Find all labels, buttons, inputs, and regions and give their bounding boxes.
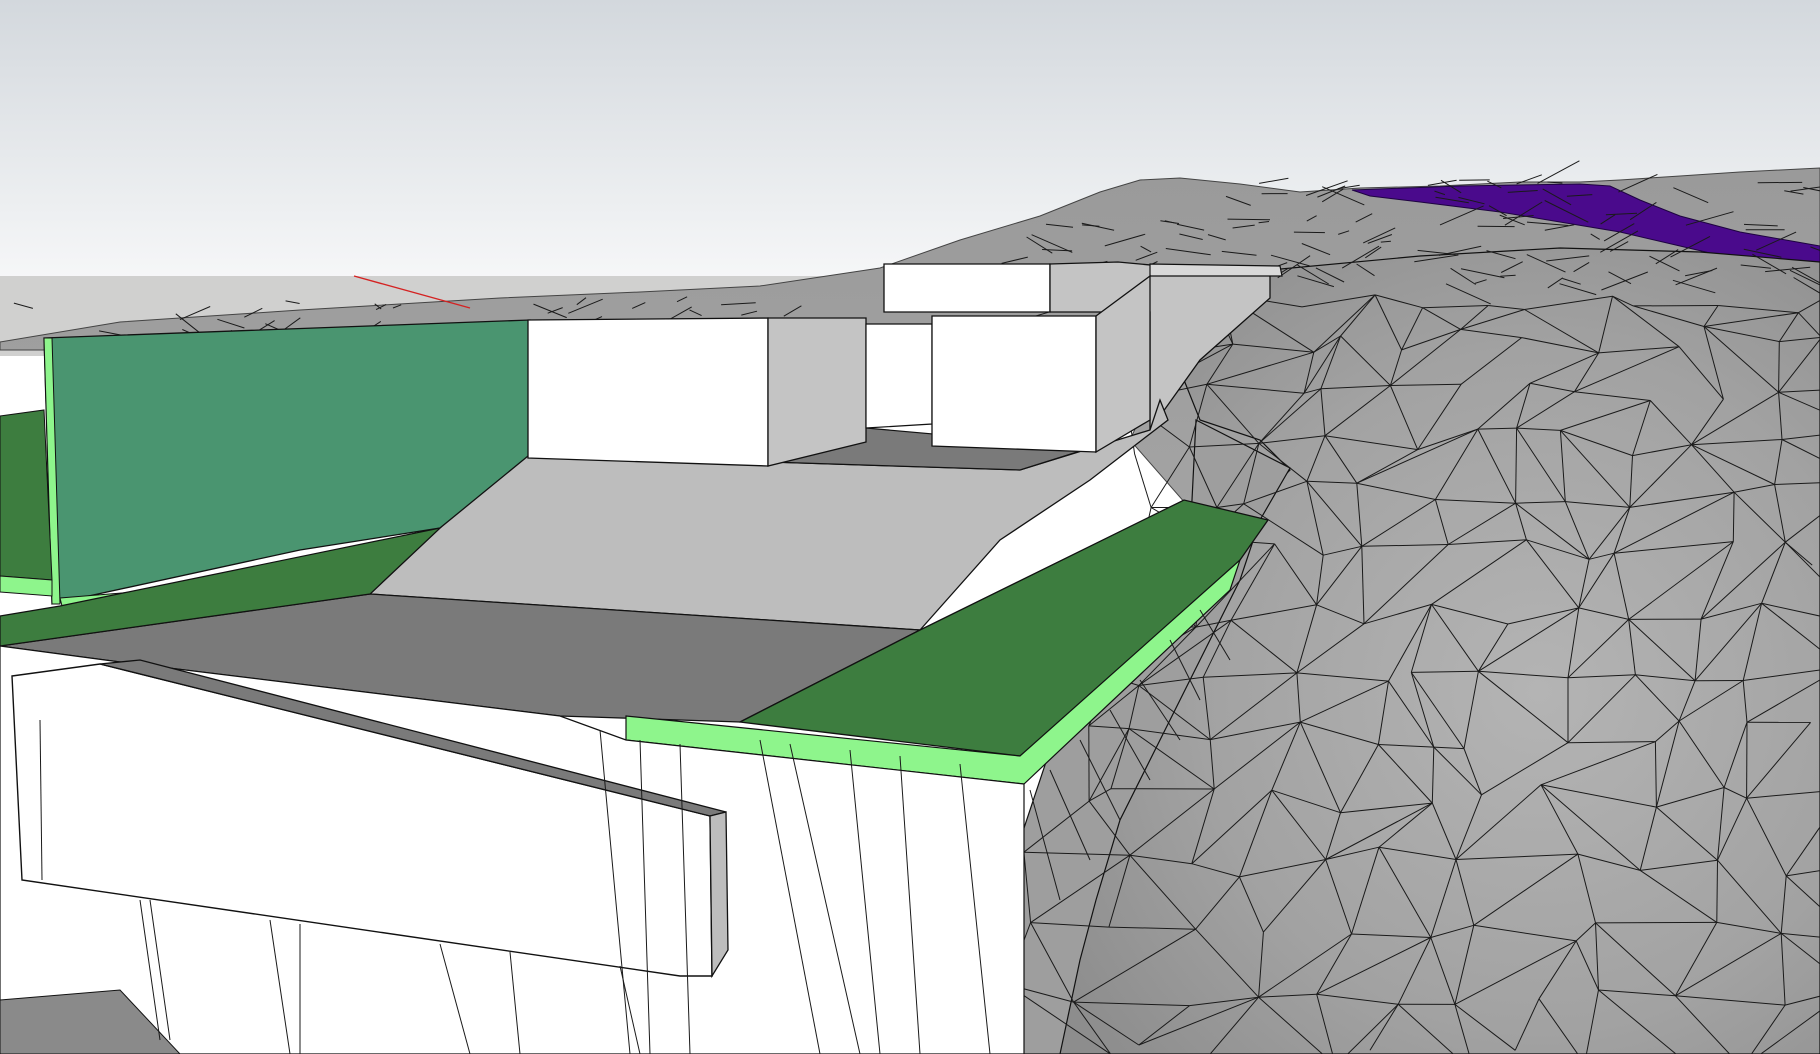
mesh-edge [1716, 860, 1718, 923]
modeling-viewport[interactable] [0, 0, 1820, 1054]
mesh-edge [1778, 341, 1780, 393]
mesh-edge [1595, 921, 1717, 924]
left-green-roof[interactable] [0, 409, 53, 581]
back-white-box[interactable] [883, 263, 1051, 313]
white-box-right[interactable] [931, 315, 1097, 453]
cantilever-side[interactable] [709, 811, 729, 979]
back-ledge[interactable] [1149, 263, 1283, 277]
hill-edge [1293, 231, 1325, 234]
model-scene[interactable] [0, 0, 1820, 1054]
white-box-left-side[interactable] [767, 317, 867, 467]
hill-edge [1227, 218, 1271, 221]
white-box-left[interactable] [527, 317, 769, 467]
left-light-green [0, 575, 53, 597]
box-gap [865, 323, 933, 429]
